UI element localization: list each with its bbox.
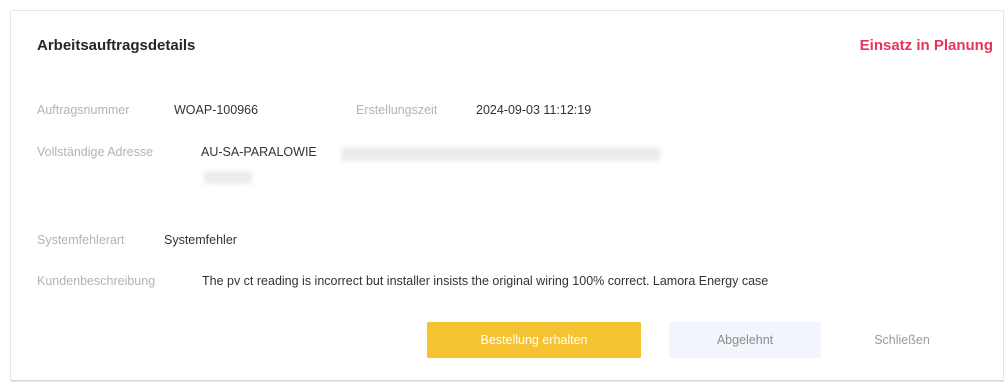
- card-bottom-border: [11, 380, 1003, 381]
- created-time-value: 2024-09-03 11:12:19: [476, 103, 592, 117]
- error-type-value: Systemfehler: [164, 233, 237, 247]
- reject-button[interactable]: Abgelehnt: [669, 322, 821, 358]
- close-button[interactable]: Schließen: [847, 322, 957, 358]
- card-title: Arbeitsauftragsdetails: [37, 37, 196, 54]
- order-number-value: WOAP-100966: [174, 103, 259, 117]
- customer-description-label: Kundenbeschreibung: [37, 274, 156, 288]
- work-order-details-card: Arbeitsauftragsdetails Einsatz in Planun…: [10, 10, 1004, 382]
- redacted-address-part: [341, 147, 661, 161]
- address-label: Vollständige Adresse: [37, 145, 154, 159]
- error-type-label: Systemfehlerart: [37, 233, 125, 247]
- accept-order-button[interactable]: Bestellung erhalten: [427, 322, 641, 358]
- status-badge: Einsatz in Planung: [859, 37, 993, 54]
- address-value: AU-SA-PARALOWIE: [201, 145, 317, 159]
- page: Arbeitsauftragsdetails Einsatz in Planun…: [0, 0, 1006, 389]
- created-time-label: Erstellungszeit: [356, 103, 438, 117]
- customer-description-value: The pv ct reading is incorrect but insta…: [202, 274, 769, 288]
- order-number-label: Auftragsnummer: [37, 103, 130, 117]
- redacted-address-part-2: [204, 171, 252, 184]
